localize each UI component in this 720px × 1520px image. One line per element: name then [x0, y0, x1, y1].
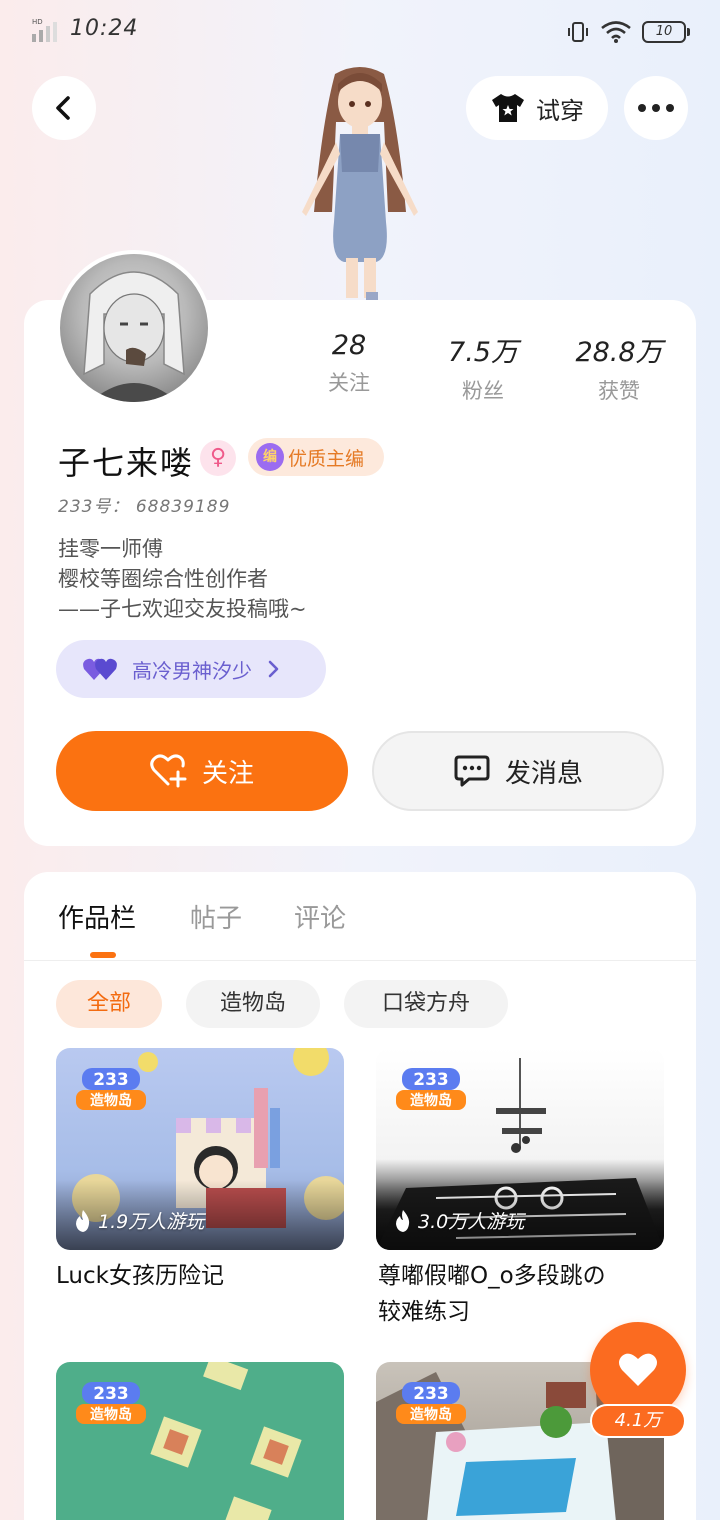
work-title-line: 尊嘟假嘟O_o多段跳の: [378, 1263, 606, 1289]
creation-island-logo: 233 造物岛: [396, 1068, 466, 1110]
chat-bubble-icon: [454, 755, 490, 787]
user-id: 233号： 68839189: [58, 497, 231, 517]
vibrate-icon: [568, 22, 588, 42]
tab-comments[interactable]: 评论: [294, 898, 346, 935]
user-bio: 挂零一师傅 樱校等圈综合性创作者 ——子七欢迎交友投稿哦~: [58, 534, 307, 624]
stat-following-label: 关注: [328, 371, 370, 395]
more-dot-icon: [666, 104, 674, 112]
creation-island-logo: 233 造物岛: [76, 1068, 146, 1110]
avatar[interactable]: [56, 250, 212, 406]
bio-line: 樱校等圈综合性创作者: [58, 567, 268, 591]
flame-icon: [76, 1209, 90, 1232]
svg-text:造物岛: 造物岛: [90, 1092, 132, 1109]
tab-active-indicator: [90, 952, 116, 958]
work-title[interactable]: 尊嘟假嘟O_o多段跳の 较难练习: [378, 1258, 678, 1330]
double-heart-icon: [83, 658, 117, 680]
svg-text:HD: HD: [32, 18, 43, 26]
wifi-icon: [601, 21, 631, 43]
editor-badge-icon: 编: [256, 443, 284, 471]
send-message-button[interactable]: 发消息: [372, 731, 664, 811]
tab-posts[interactable]: 帖子: [190, 898, 242, 935]
more-dot-icon: [652, 104, 660, 112]
bio-line: 挂零一师傅: [58, 537, 163, 561]
back-button[interactable]: [32, 76, 96, 140]
stat-following-count: 28: [331, 330, 367, 361]
more-options-button[interactable]: [624, 76, 688, 140]
avatar-image: [83, 271, 185, 402]
play-count: 3.0万人游玩: [394, 1207, 524, 1234]
stat-fans-count: 7.5万: [448, 337, 518, 368]
work-thumbnail[interactable]: 233 造物岛: [56, 1362, 344, 1520]
filter-chip-all[interactable]: 全部: [56, 980, 162, 1028]
play-count-label: 1.9万人游玩: [98, 1211, 205, 1233]
editor-badge-label: 优质主编: [288, 447, 365, 470]
tab-works[interactable]: 作品栏: [58, 898, 136, 935]
stat-likes-count: 28.8万: [575, 337, 663, 368]
tshirt-icon: [492, 94, 524, 122]
filter-chip-pocket-ark[interactable]: 口袋方舟: [344, 980, 508, 1028]
try-on-button[interactable]: 试穿: [466, 76, 608, 140]
send-message-label: 发消息: [504, 758, 583, 789]
chevron-left-icon: [56, 96, 70, 120]
heart-icon: [619, 1353, 657, 1386]
user-name: 子七来喽: [58, 444, 195, 482]
svg-text:233: 233: [413, 1070, 449, 1090]
svg-text:造物岛: 造物岛: [410, 1406, 452, 1423]
female-gender-icon: ♀: [200, 440, 236, 476]
work-thumbnail[interactable]: 233 造物岛 3.0万人游玩: [376, 1048, 664, 1250]
battery-indicator: 10: [642, 21, 690, 43]
filter-chip-creation-island[interactable]: 造物岛: [186, 980, 320, 1028]
svg-text:233: 233: [93, 1070, 129, 1090]
tab-divider: [24, 960, 696, 961]
play-count: 1.9万人游玩: [74, 1207, 204, 1234]
bio-line: ——子七欢迎交友投稿哦~: [58, 597, 307, 621]
svg-text:造物岛: 造物岛: [90, 1406, 132, 1423]
svg-text:233: 233: [413, 1384, 449, 1404]
try-on-label: 试穿: [536, 96, 584, 125]
flame-icon: [396, 1209, 410, 1232]
chevron-right-icon: [268, 660, 279, 678]
fan-relation-label: 高冷男神汐少: [132, 658, 252, 683]
stat-likes-label: 获赞: [598, 379, 640, 403]
fan-relation-pill[interactable]: 高冷男神汐少: [56, 640, 326, 698]
creation-island-logo: 233 造物岛: [76, 1382, 146, 1424]
creation-island-logo: 233 造物岛: [396, 1382, 466, 1424]
quality-editor-badge[interactable]: 编 优质主编: [248, 438, 384, 476]
stat-following[interactable]: 28 关注: [284, 330, 414, 397]
work-title[interactable]: Luck女孩历险记: [56, 1258, 344, 1294]
like-count: 4.1万: [590, 1404, 686, 1438]
status-time: 10:24: [70, 16, 139, 41]
heart-plus-icon: [150, 754, 187, 788]
more-dot-icon: [638, 104, 646, 112]
signal-icon: HD: [32, 18, 57, 42]
stat-fans[interactable]: 7.5万 粉丝: [418, 330, 548, 405]
play-count-label: 3.0万人游玩: [418, 1211, 525, 1233]
follow-button[interactable]: 关注: [56, 731, 348, 811]
status-bar: HD 10:24 10: [0, 0, 720, 60]
stat-likes[interactable]: 28.8万 获赞: [554, 330, 684, 405]
svg-text:造物岛: 造物岛: [410, 1092, 452, 1109]
stat-fans-label: 粉丝: [462, 379, 504, 403]
avatar-character-3d: [302, 67, 418, 304]
work-thumbnail[interactable]: 233 造物岛 1.9万人游玩: [56, 1048, 344, 1250]
follow-label: 关注: [201, 758, 254, 789]
svg-text:233: 233: [93, 1384, 129, 1404]
